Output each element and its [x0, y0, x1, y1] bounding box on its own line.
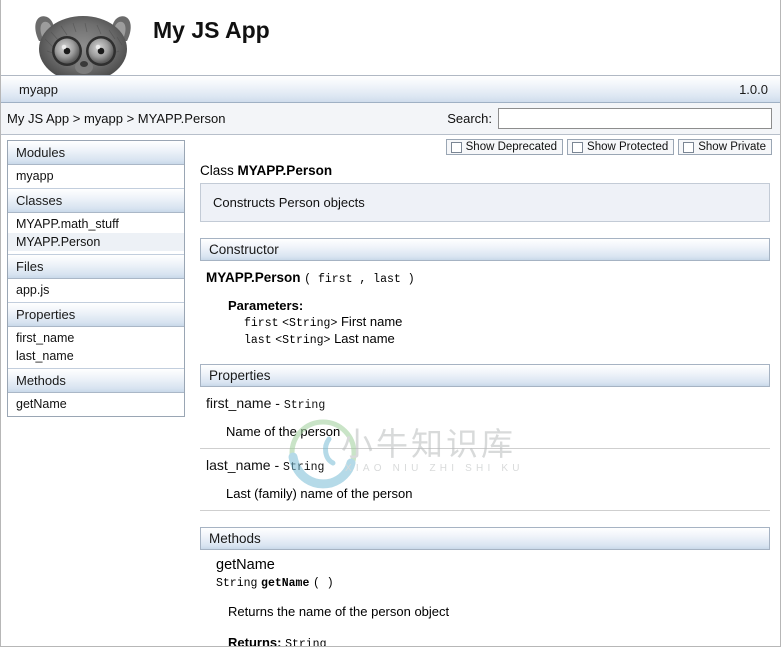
filter-label-private: Show Private — [698, 141, 766, 153]
checkbox-show-deprecated[interactable] — [451, 142, 462, 153]
body: Modules myapp Classes MYAPP.math_stuff M… — [1, 135, 780, 642]
parameter-row: first <String> First name — [244, 314, 776, 331]
param-type-first: <String> — [282, 317, 337, 330]
property-type-last-name: String — [283, 461, 324, 474]
sidebar-list-properties: first_name last_name — [8, 327, 184, 368]
sidebar: Modules myapp Classes MYAPP.math_stuff M… — [7, 140, 185, 417]
sidebar-list-modules: myapp — [8, 165, 184, 188]
sidebar-head-files: Files — [8, 254, 184, 279]
param-name-last: last — [244, 334, 272, 347]
breadcrumb[interactable]: My JS App > myapp > MYAPP.Person — [7, 111, 225, 126]
filter-show-private[interactable]: Show Private — [678, 139, 772, 155]
param-desc-last: Last name — [334, 331, 395, 346]
section-header-properties: Properties — [200, 364, 770, 387]
constructor-signature: MYAPP.Person ( first , last ) — [206, 270, 776, 286]
checkbox-show-private[interactable] — [683, 142, 694, 153]
property-item: last_name - String Last (family) name of… — [200, 449, 770, 511]
sidebar-list-methods: getName — [8, 393, 184, 416]
method-item: getName String getName ( ) Returns the n… — [200, 550, 770, 647]
constructor-args: ( first , last ) — [304, 273, 414, 286]
method-sig-name: getName — [261, 577, 309, 590]
sidebar-list-files: app.js — [8, 279, 184, 302]
property-type-first-name: String — [284, 399, 325, 412]
section-header-methods: Methods — [200, 527, 770, 550]
filter-label-deprecated: Show Deprecated — [466, 141, 557, 153]
sidebar-head-properties: Properties — [8, 302, 184, 327]
returns-keyword: Returns: — [228, 635, 281, 647]
sidebar-head-modules: Modules — [8, 141, 184, 165]
property-description: Last (family) name of the person — [226, 486, 770, 501]
page-title: Class MYAPP.Person — [200, 163, 776, 178]
sidebar-item-getname[interactable]: getName — [8, 395, 184, 413]
module-tabbar: myapp 1.0.0 — [1, 76, 780, 103]
param-type-last: <String> — [275, 334, 330, 347]
search-label: Search: — [447, 111, 492, 126]
sidebar-head-classes: Classes — [8, 188, 184, 213]
filter-show-protected[interactable]: Show Protected — [567, 139, 674, 155]
property-item: first_name - String Name of the person — [200, 387, 770, 449]
documentation-page: My JS App myapp 1.0.0 My JS App > myapp … — [0, 0, 781, 647]
sidebar-item-person[interactable]: MYAPP.Person — [8, 233, 184, 251]
class-keyword: Class — [200, 163, 234, 178]
app-title: My JS App — [153, 17, 270, 44]
sidebar-item-math-stuff[interactable]: MYAPP.math_stuff — [8, 215, 184, 233]
search-input[interactable] — [498, 108, 772, 129]
breadcrumb-search-row: My JS App > myapp > MYAPP.Person Search: — [1, 103, 780, 135]
property-description: Name of the person — [226, 424, 770, 439]
param-desc-first: First name — [341, 314, 402, 329]
property-separator: - — [274, 457, 279, 473]
sidebar-item-app-js[interactable]: app.js — [8, 281, 184, 299]
property-signature: first_name - String — [206, 395, 770, 412]
version-label: 1.0.0 — [739, 82, 768, 97]
sidebar-list-classes: MYAPP.math_stuff MYAPP.Person — [8, 213, 184, 254]
param-name-first: first — [244, 317, 279, 330]
page-banner: My JS App — [1, 0, 780, 76]
parameter-row: last <String> Last name — [244, 331, 776, 348]
constructor-name: MYAPP.Person — [206, 270, 301, 285]
sidebar-item-last-name[interactable]: last_name — [8, 347, 184, 365]
search-group: Search: — [447, 108, 772, 129]
filter-label-protected: Show Protected — [587, 141, 668, 153]
property-name-last-name: last_name — [206, 457, 271, 473]
tarsier-logo-icon — [23, 1, 143, 75]
method-return-type: String — [216, 577, 257, 590]
method-description: Returns the name of the person object — [228, 604, 770, 619]
sidebar-item-myapp[interactable]: myapp — [8, 167, 184, 185]
method-name: getName — [216, 557, 770, 573]
class-name: MYAPP.Person — [238, 163, 333, 178]
method-sig-args: ( ) — [313, 577, 334, 590]
property-separator: - — [275, 395, 280, 411]
method-signature: String getName ( ) — [216, 574, 770, 590]
property-name-first-name: first_name — [206, 395, 271, 411]
visibility-filters: Show Deprecated Show Protected Show Priv… — [196, 135, 776, 155]
filter-show-deprecated[interactable]: Show Deprecated — [446, 139, 563, 155]
sidebar-head-methods: Methods — [8, 368, 184, 393]
returns-type: String — [285, 638, 326, 647]
main-content: Show Deprecated Show Protected Show Priv… — [196, 135, 776, 642]
checkbox-show-protected[interactable] — [572, 142, 583, 153]
returns-label: Returns: String — [228, 635, 770, 647]
sidebar-item-first-name[interactable]: first_name — [8, 329, 184, 347]
parameters-label: Parameters: — [228, 298, 776, 313]
section-header-constructor: Constructor — [200, 238, 770, 261]
tab-myapp[interactable]: myapp — [13, 80, 64, 99]
class-description: Constructs Person objects — [200, 183, 770, 222]
property-signature: last_name - String — [206, 457, 770, 474]
